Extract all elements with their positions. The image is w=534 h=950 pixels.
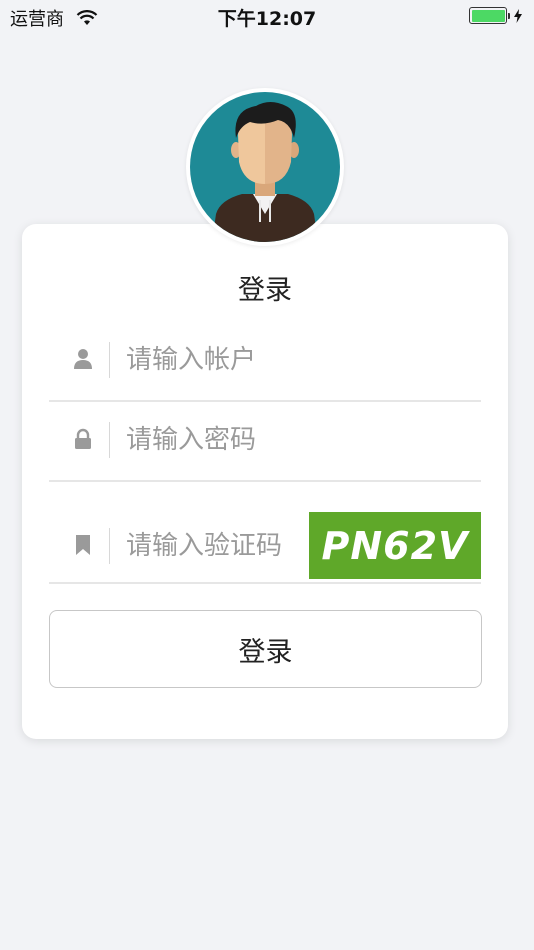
captcha-code: PN62V (321, 523, 469, 568)
status-time: 下午12:07 (217, 8, 317, 30)
login-card: 登录 PN62V 登录 (22, 224, 508, 739)
page-title: 登录 (238, 275, 292, 306)
charging-bolt-icon (514, 8, 522, 23)
login-button[interactable]: 登录 (49, 610, 482, 688)
account-row (49, 324, 481, 402)
bookmark-icon (76, 535, 90, 555)
user-avatar-illustration-icon (190, 92, 340, 242)
captcha-input[interactable] (126, 526, 294, 566)
password-input[interactable] (126, 420, 426, 460)
user-icon (74, 349, 92, 369)
status-bar: 运营商 下午12:07 (0, 0, 534, 32)
battery-icon (469, 7, 507, 24)
account-input[interactable] (126, 340, 426, 380)
captcha-row: PN62V (49, 486, 481, 584)
password-row (49, 404, 481, 482)
captcha-image[interactable]: PN62V (309, 512, 481, 579)
lock-icon (75, 428, 91, 449)
avatar (186, 88, 344, 246)
